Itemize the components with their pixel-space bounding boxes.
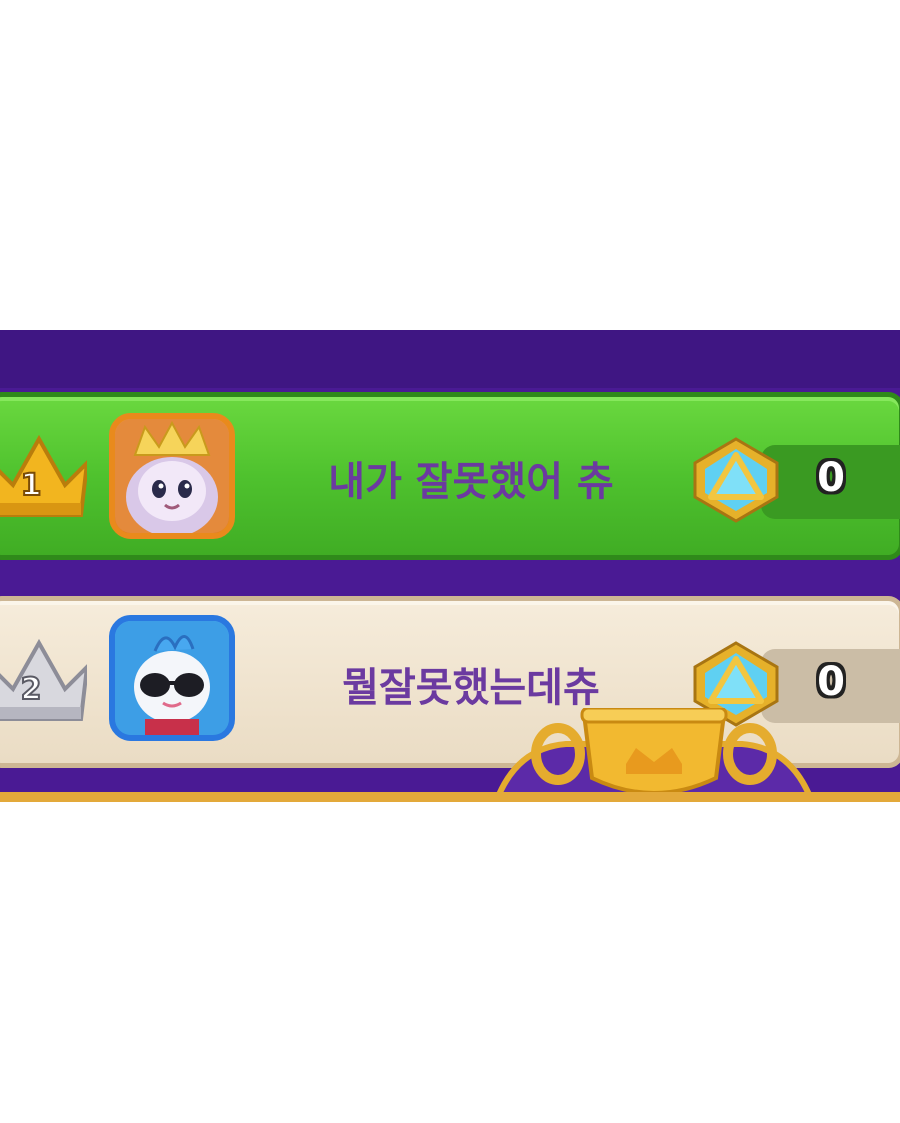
panel-bottom-trim: [0, 792, 900, 802]
score-value: 0: [817, 659, 845, 705]
panel-header-strip: [0, 330, 900, 388]
rank-number: 2: [21, 672, 42, 707]
leaderboard-panel: 1 내가 잘못했어 츄 0 2 뭘잘못했는데츄 0: [0, 330, 900, 802]
score-value: 0: [817, 455, 845, 501]
gold-crown-icon: 1: [0, 434, 87, 517]
queen-character-avatar: [115, 419, 229, 533]
player-avatar[interactable]: [109, 413, 235, 539]
player-name: 내가 잘못했어 츄: [328, 459, 614, 505]
leaderboard-row-1[interactable]: 1 내가 잘못했어 츄 0: [0, 392, 900, 560]
sunglasses-bird-avatar: [115, 621, 229, 735]
blue-gem-icon: [693, 437, 779, 523]
player-name: 뭘잘못했는데츄: [342, 665, 600, 711]
player-avatar[interactable]: [109, 615, 235, 741]
silver-crown-icon: 2: [0, 638, 87, 721]
rank-number: 1: [21, 468, 42, 503]
gold-trophy-icon: [496, 708, 812, 802]
